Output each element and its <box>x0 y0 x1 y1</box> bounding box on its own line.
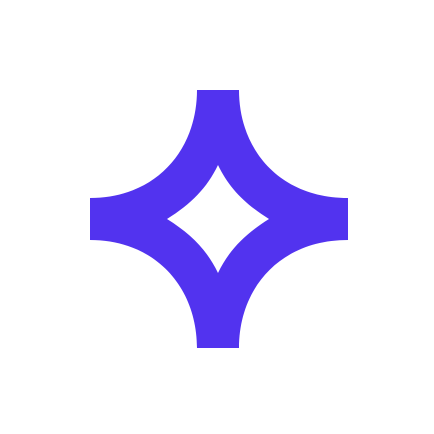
four-point-star-outline-icon <box>90 90 348 348</box>
star-shape <box>90 90 348 348</box>
logo-canvas <box>0 0 434 434</box>
